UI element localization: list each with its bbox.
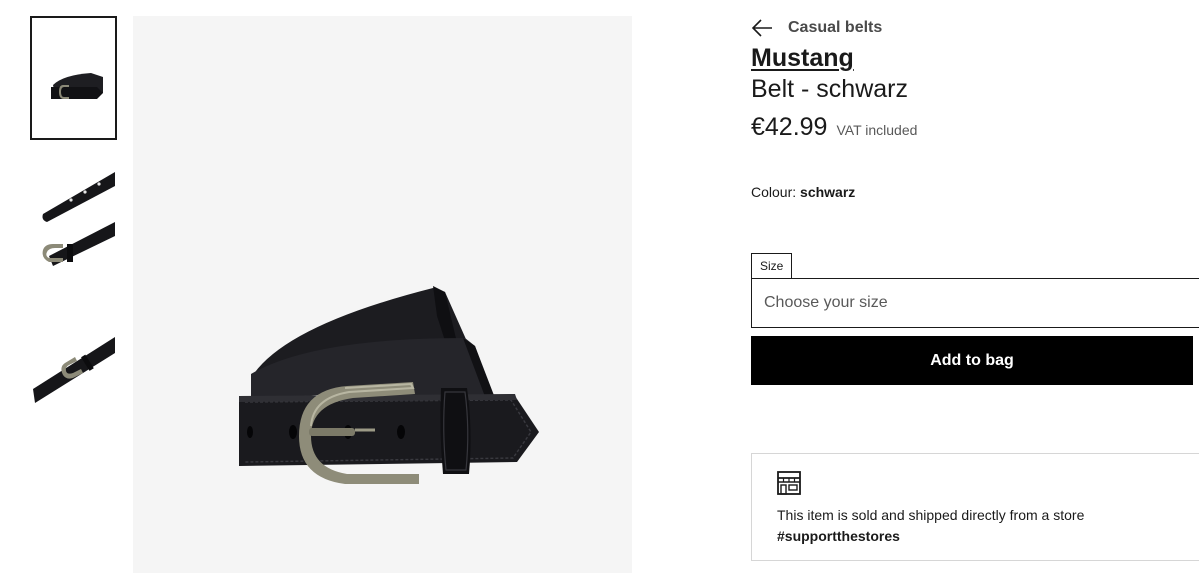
colour-info: Colour: schwarz	[751, 184, 855, 200]
store-icon	[777, 471, 801, 495]
main-product-image[interactable]	[133, 16, 632, 573]
belt-main-image-icon	[239, 286, 539, 484]
section-divider	[751, 560, 1199, 561]
size-placeholder: Choose your size	[764, 294, 888, 311]
size-label: Size	[751, 253, 793, 279]
product-detail-panel: Casual belts Mustang Belt - schwarz €42.…	[751, 0, 1199, 573]
store-notice-hashtag: #supportthestores	[777, 528, 900, 544]
thumbnail-3[interactable]	[30, 294, 117, 418]
thumbnail-2[interactable]	[30, 155, 117, 279]
vat-note: VAT included	[836, 122, 918, 138]
store-notice-text: This item is sold and shipped directly f…	[777, 507, 1085, 523]
breadcrumb[interactable]: Casual belts	[751, 17, 882, 39]
size-select[interactable]: Choose your size	[751, 278, 1199, 328]
belt-straps-thumbnail-icon	[42, 172, 115, 266]
price-row: €42.99 VAT included	[751, 113, 917, 142]
add-to-bag-button[interactable]: Add to bag	[751, 336, 1193, 385]
product-title: Belt - schwarz	[751, 75, 908, 103]
store-notice: This item is sold and shipped directly f…	[751, 453, 1199, 561]
belt-coiled-thumbnail-icon	[50, 73, 103, 99]
thumbnail-1[interactable]	[30, 16, 117, 140]
price: €42.99	[751, 113, 828, 141]
back-arrow-icon[interactable]	[751, 17, 773, 39]
belt-buckle-thumbnail-icon	[32, 337, 115, 403]
brand-link[interactable]: Mustang	[751, 44, 854, 73]
breadcrumb-label[interactable]: Casual belts	[788, 19, 882, 37]
colour-label: Colour:	[751, 184, 797, 200]
colour-value: schwarz	[800, 184, 856, 200]
